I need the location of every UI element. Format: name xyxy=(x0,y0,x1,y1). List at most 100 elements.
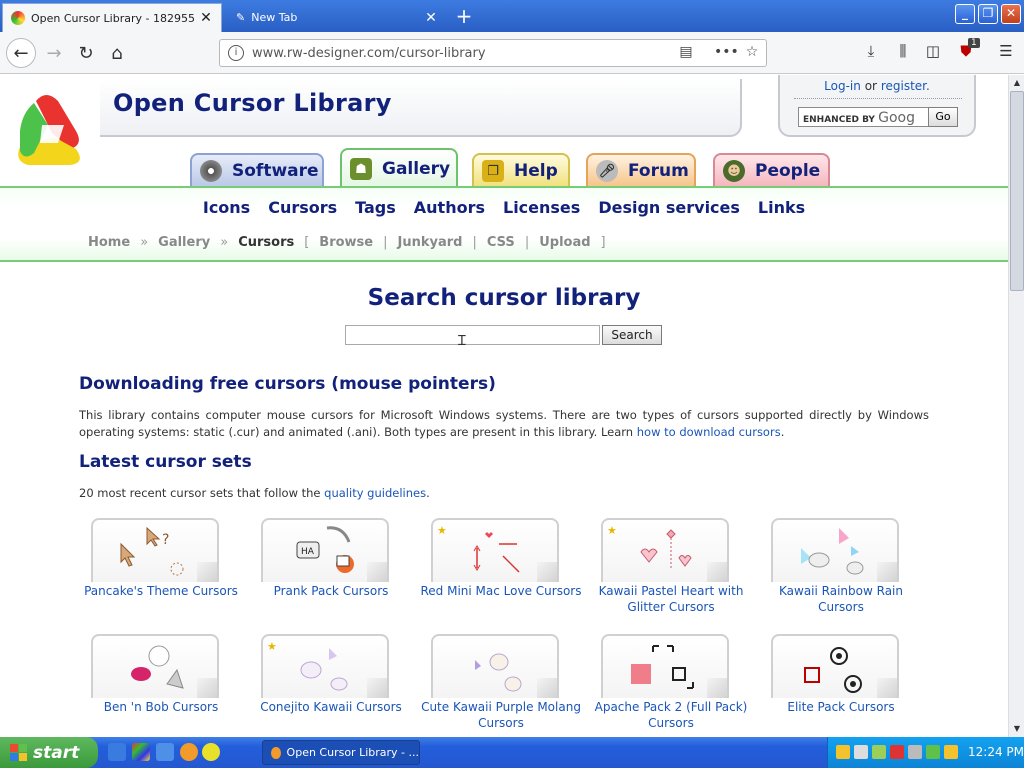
pastel-heart-cursor-icon xyxy=(640,529,692,568)
forward-arrow-icon[interactable]: → xyxy=(40,39,68,67)
nav-link-tags[interactable]: Tags xyxy=(355,198,396,217)
breadcrumb-home[interactable]: Home xyxy=(88,235,130,250)
cursor-set-card[interactable]: Apache Pack 2 (Full Pack) Cursors xyxy=(589,634,749,737)
nav-link-cursors[interactable]: Cursors xyxy=(268,198,337,217)
url-bar[interactable]: i www.rw-designer.com/cursor-library ▤ •… xyxy=(219,39,767,67)
login-link[interactable]: Log-in xyxy=(824,79,861,93)
site-logo-icon[interactable] xyxy=(14,91,98,169)
reload-icon[interactable]: ↻ xyxy=(72,39,100,67)
cursor-set-card[interactable]: ? Pancake's Theme Cursors xyxy=(79,518,239,628)
cursor-set-card[interactable]: Cute Kawaii Purple Molang Cursors xyxy=(419,634,581,737)
nav-link-licenses[interactable]: Licenses xyxy=(503,198,580,217)
cursor-set-card[interactable]: Ben 'n Bob Cursors xyxy=(79,634,239,737)
start-button[interactable]: start xyxy=(0,737,98,768)
tab-new-tab[interactable]: ✎ New Tab ✕ xyxy=(228,3,446,32)
nav-link-icons[interactable]: Icons xyxy=(203,198,250,217)
firefox-icon[interactable] xyxy=(180,743,198,761)
cursor-set-card[interactable]: ★ Kawaii Pastel Heart with Glitter Curso… xyxy=(589,518,749,628)
cursor-preview[interactable] xyxy=(91,634,219,698)
explorer-icon[interactable] xyxy=(156,743,174,761)
google-go-button[interactable]: Go xyxy=(928,107,958,127)
cursor-set-link[interactable]: Elite Pack Cursors xyxy=(759,699,923,715)
sidebar-icon[interactable]: ◫ xyxy=(922,42,944,64)
cursor-set-link[interactable]: Prank Pack Cursors xyxy=(249,583,413,599)
volume-icon[interactable] xyxy=(908,745,922,759)
breadcrumb-gallery[interactable]: Gallery xyxy=(158,235,210,250)
antivirus-icon[interactable] xyxy=(890,745,904,759)
cursor-set-card[interactable]: ★ Red Mini Mac Love Cursors xyxy=(419,518,582,628)
tab-label: Software xyxy=(232,161,319,181)
cursor-set-link[interactable]: Red Mini Mac Love Cursors xyxy=(419,583,583,599)
bookmark-star-icon[interactable]: ☆ xyxy=(742,44,762,64)
nav-link-authors[interactable]: Authors xyxy=(414,198,485,217)
cursor-preview[interactable] xyxy=(771,634,899,698)
cursor-set-card[interactable]: Elite Pack Cursors xyxy=(759,634,919,737)
media-player-icon[interactable] xyxy=(202,743,220,761)
cursor-set-link[interactable]: Pancake's Theme Cursors xyxy=(79,583,243,599)
scroll-up-arrow-icon[interactable]: ▲ xyxy=(1009,75,1024,91)
maximize-button[interactable]: ❐ xyxy=(978,4,998,24)
cursor-set-card[interactable]: Kawaii Rainbow Rain Cursors xyxy=(759,518,919,628)
cursor-set-link[interactable]: Kawaii Rainbow Rain Cursors xyxy=(759,583,923,615)
login-line: Log-in or register. xyxy=(780,79,974,93)
close-window-button[interactable]: ✕ xyxy=(1001,4,1021,24)
back-arrow-icon[interactable]: ← xyxy=(6,38,36,68)
hamburger-menu-icon[interactable]: ☰ xyxy=(995,42,1017,64)
cursor-preview[interactable]: HA xyxy=(261,518,389,582)
notification-icon[interactable] xyxy=(944,745,958,759)
cursor-preview[interactable] xyxy=(431,634,559,698)
close-icon[interactable]: ✕ xyxy=(424,10,438,26)
more-actions-icon[interactable]: ••• xyxy=(714,44,739,64)
cursor-preview[interactable] xyxy=(601,634,729,698)
tab-forum[interactable]: 🎤︎ Forum xyxy=(586,153,696,187)
close-icon[interactable]: ✕ xyxy=(199,10,213,26)
cursor-set-link[interactable]: Cute Kawaii Purple Molang Cursors xyxy=(419,699,583,731)
tab-help[interactable]: ❐ Help xyxy=(472,153,570,187)
cursor-preview[interactable] xyxy=(771,518,899,582)
info-icon[interactable]: i xyxy=(228,45,244,61)
taskbar-window-button[interactable]: Open Cursor Library - ... xyxy=(262,740,420,765)
reader-view-icon[interactable]: ▤ xyxy=(676,44,696,64)
scroll-thumb[interactable] xyxy=(1010,91,1024,291)
cursor-set-link[interactable]: Kawaii Pastel Heart with Glitter Cursors xyxy=(589,583,753,615)
tab-open-cursor-library[interactable]: Open Cursor Library - 182955 curs ✕ xyxy=(2,3,222,32)
cursor-set-card[interactable]: ★ Conejito Kawaii Cursors xyxy=(249,634,409,737)
update-icon[interactable] xyxy=(872,745,886,759)
paint-icon[interactable] xyxy=(132,743,150,761)
tab-people[interactable]: ☻ People xyxy=(713,153,830,187)
sublink-junkyard[interactable]: Junkyard xyxy=(398,235,463,250)
tab-gallery[interactable]: ☗ Gallery xyxy=(340,148,458,188)
google-search-input[interactable]: ENHANCED BY Goog xyxy=(798,107,940,127)
register-link[interactable]: register. xyxy=(881,79,930,93)
minimize-button[interactable]: _ xyxy=(955,4,975,24)
home-icon[interactable]: ⌂ xyxy=(103,39,131,67)
sublink-upload[interactable]: Upload xyxy=(539,235,590,250)
tab-software[interactable]: Software xyxy=(190,153,324,187)
cursor-set-link[interactable]: Ben 'n Bob Cursors xyxy=(79,699,243,715)
security-shield-icon[interactable] xyxy=(836,745,850,759)
windows-flag-icon xyxy=(10,744,27,761)
nav-link-design-services[interactable]: Design services xyxy=(598,198,740,217)
library-icon[interactable]: ⫼ xyxy=(892,42,914,64)
new-tab-button[interactable]: + xyxy=(452,5,476,27)
vertical-scrollbar[interactable]: ▲ ▼ xyxy=(1008,75,1024,737)
scroll-down-arrow-icon[interactable]: ▼ xyxy=(1009,721,1024,737)
network-icon[interactable] xyxy=(854,745,868,759)
cursor-set-card[interactable]: HA Prank Pack Cursors xyxy=(249,518,409,628)
cursor-preview[interactable]: ★ xyxy=(601,518,729,582)
sublink-css[interactable]: CSS xyxy=(487,235,515,250)
cursor-set-link[interactable]: Apache Pack 2 (Full Pack) Cursors xyxy=(589,699,753,731)
quality-guidelines-link[interactable]: quality guidelines xyxy=(324,486,426,500)
cursor-set-link[interactable]: Conejito Kawaii Cursors xyxy=(249,699,413,715)
nav-link-links[interactable]: Links xyxy=(758,198,805,217)
download-icon[interactable]: ⤓ xyxy=(860,42,882,64)
search-button[interactable]: Search xyxy=(602,325,662,345)
sublink-browse[interactable]: Browse xyxy=(319,235,373,250)
search-input[interactable] xyxy=(345,325,600,345)
device-icon[interactable] xyxy=(926,745,940,759)
cursor-preview[interactable]: ★ xyxy=(261,634,389,698)
ie-icon[interactable] xyxy=(108,743,126,761)
cursor-preview[interactable]: ★ xyxy=(431,518,559,582)
cursor-preview[interactable]: ? xyxy=(91,518,219,582)
how-to-download-link[interactable]: how to download cursors xyxy=(637,425,781,439)
